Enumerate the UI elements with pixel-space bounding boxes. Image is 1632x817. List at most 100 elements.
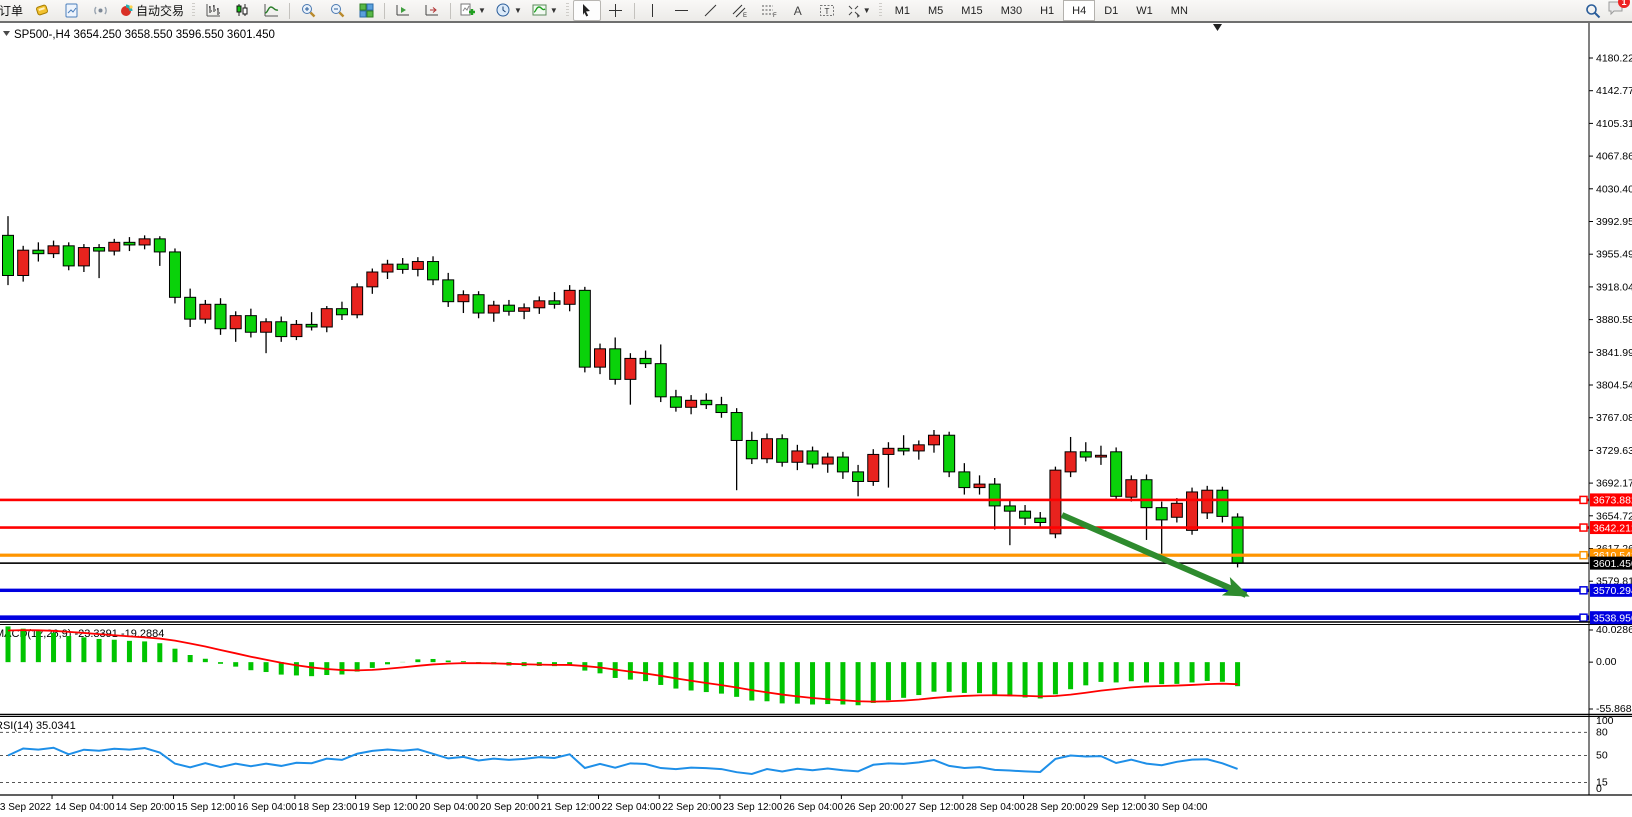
candle: [291, 324, 302, 336]
signals-button[interactable]: [86, 0, 114, 21]
timeframe-MN[interactable]: MN: [1162, 0, 1197, 21]
time-axis-label[interactable]: 22 Sep 04:00: [602, 802, 662, 813]
chart-shift-button[interactable]: [418, 0, 446, 21]
time-axis-label[interactable]: 18 Sep 23:00: [298, 802, 358, 813]
rsi-scale-label[interactable]: 50: [1596, 750, 1608, 762]
new-order-button[interactable]: [28, 0, 56, 21]
horizontal-price-line[interactable]: [0, 615, 1589, 620]
candle: [412, 262, 423, 270]
chart-area[interactable]: SP500-,H4 3654.250 3658.550 3596.550 360…: [0, 23, 1632, 817]
line-handle[interactable]: [1580, 587, 1587, 594]
time-axis-label[interactable]: 14 Sep 20:00: [116, 802, 176, 813]
time-axis-label[interactable]: 26 Sep 04:00: [784, 802, 844, 813]
time-axis-label[interactable]: 16 Sep 04:00: [237, 802, 297, 813]
rsi-scale-label[interactable]: 80: [1596, 726, 1608, 738]
macd-scale-label[interactable]: -55.8684: [1596, 703, 1632, 715]
candle: [261, 322, 272, 332]
time-axis-label[interactable]: 28 Sep 04:00: [966, 802, 1026, 813]
trendline-tool[interactable]: [697, 0, 725, 21]
price-axis-tick[interactable]: 4030.405: [1596, 183, 1632, 195]
time-axis-label[interactable]: 21 Sep 12:00: [541, 802, 601, 813]
auto-trading-button[interactable]: 自动交易: [115, 0, 188, 21]
timeframe-D1[interactable]: D1: [1095, 0, 1127, 21]
price-axis-tick[interactable]: 3692.175: [1596, 478, 1632, 490]
time-axis-label[interactable]: 19 Sep 12:00: [359, 802, 419, 813]
arrows-tool[interactable]: ▼: [842, 0, 875, 21]
zoom-out-button[interactable]: [323, 0, 351, 21]
price-axis-tick[interactable]: 4180.225: [1596, 53, 1632, 65]
time-axis-label[interactable]: 28 Sep 20:00: [1027, 802, 1087, 813]
arrows-tool-icon: [846, 3, 861, 18]
rsi-scale-label[interactable]: 0: [1596, 783, 1602, 795]
price-axis-tick[interactable]: 3804.540: [1596, 380, 1632, 392]
price-axis-tick[interactable]: 3654.720: [1596, 510, 1632, 522]
profiles-button[interactable]: ▼: [491, 0, 526, 21]
new-chart-button[interactable]: ▼: [455, 0, 490, 21]
time-axis-label[interactable]: 23 Sep 12:00: [723, 802, 783, 813]
macd-scale-label[interactable]: 40.0286: [1596, 624, 1632, 636]
tile-windows-button[interactable]: [352, 0, 380, 21]
candlestick-chart-button[interactable]: [228, 0, 256, 21]
timeframe-W1[interactable]: W1: [1127, 0, 1162, 21]
cursor-tool-button[interactable]: [573, 0, 601, 21]
line-chart-button[interactable]: [257, 0, 285, 21]
orders-button[interactable]: 订单: [0, 0, 27, 21]
channel-tool[interactable]: E: [726, 0, 754, 21]
line-handle[interactable]: [1580, 496, 1587, 503]
rsi-scale-label[interactable]: 100: [1596, 715, 1614, 727]
horizontal-price-line[interactable]: [0, 526, 1589, 529]
time-axis-label[interactable]: 29 Sep 12:00: [1087, 802, 1147, 813]
horizontal-price-line[interactable]: [0, 554, 1589, 557]
horizontal-price-line[interactable]: [0, 499, 1589, 502]
time-axis-label[interactable]: 14 Sep 04:00: [55, 802, 115, 813]
timeframe-M5[interactable]: M5: [919, 0, 952, 21]
toolbar-gripper[interactable]: [192, 3, 195, 18]
indicators-button[interactable]: ▼: [527, 0, 562, 21]
time-axis-label[interactable]: 20 Sep 04:00: [419, 802, 479, 813]
line-handle[interactable]: [1580, 552, 1587, 559]
time-axis-label[interactable]: 15 Sep 12:00: [176, 802, 236, 813]
horizontal-price-line[interactable]: [0, 562, 1589, 564]
timeframe-H1[interactable]: H1: [1031, 0, 1063, 21]
search-icon[interactable]: [1585, 3, 1601, 19]
vertical-line-tool[interactable]: [639, 0, 667, 21]
candle: [48, 246, 59, 254]
zoom-in-button[interactable]: [294, 0, 322, 21]
time-axis-label[interactable]: 27 Sep 12:00: [905, 802, 965, 813]
price-axis-tick[interactable]: 3880.585: [1596, 314, 1632, 326]
price-axis-tick[interactable]: 3992.950: [1596, 216, 1632, 228]
toolbar-gripper[interactable]: [879, 3, 882, 18]
price-axis-tick[interactable]: 3767.085: [1596, 412, 1632, 424]
price-axis-tick[interactable]: 3955.495: [1596, 249, 1632, 261]
text-tool[interactable]: A: [784, 0, 812, 21]
price-axis-tick[interactable]: 4142.770: [1596, 85, 1632, 97]
macd-scale-label[interactable]: 0.00: [1596, 656, 1617, 668]
price-axis-tick[interactable]: 3841.995: [1596, 347, 1632, 359]
timeframe-M30[interactable]: M30: [992, 0, 1031, 21]
text-label-tool[interactable]: T: [813, 0, 841, 21]
time-axis-label[interactable]: 13 Sep 2022: [0, 802, 51, 813]
timeframe-H4[interactable]: H4: [1063, 0, 1095, 21]
time-axis-label[interactable]: 30 Sep 04:00: [1148, 802, 1208, 813]
auto-scroll-button[interactable]: [389, 0, 417, 21]
bar-chart-button[interactable]: [199, 0, 227, 21]
price-axis-tick[interactable]: 4067.860: [1596, 151, 1632, 163]
horizontal-price-line[interactable]: [0, 589, 1589, 592]
price-axis-tick[interactable]: 4105.315: [1596, 118, 1632, 130]
time-axis-label[interactable]: 26 Sep 20:00: [844, 802, 904, 813]
line-handle[interactable]: [1580, 524, 1587, 531]
timeframe-M15[interactable]: M15: [952, 0, 991, 21]
line-handle[interactable]: [1580, 614, 1587, 621]
fibonacci-tool[interactable]: F: [755, 0, 783, 21]
horizontal-line-tool[interactable]: [668, 0, 696, 21]
crosshair-tool-button[interactable]: [602, 0, 630, 21]
time-axis-label[interactable]: 20 Sep 20:00: [480, 802, 540, 813]
price-axis-tick[interactable]: 3918.040: [1596, 281, 1632, 293]
time-axis-label[interactable]: 22 Sep 20:00: [662, 802, 722, 813]
toolbar-gripper[interactable]: [566, 3, 569, 18]
price-axis-tick[interactable]: 3729.630: [1596, 445, 1632, 457]
candle: [94, 248, 105, 251]
market-watch-button[interactable]: [57, 0, 85, 21]
timeframe-M1[interactable]: M1: [886, 0, 919, 21]
chat-button[interactable]: 1: [1607, 0, 1624, 21]
